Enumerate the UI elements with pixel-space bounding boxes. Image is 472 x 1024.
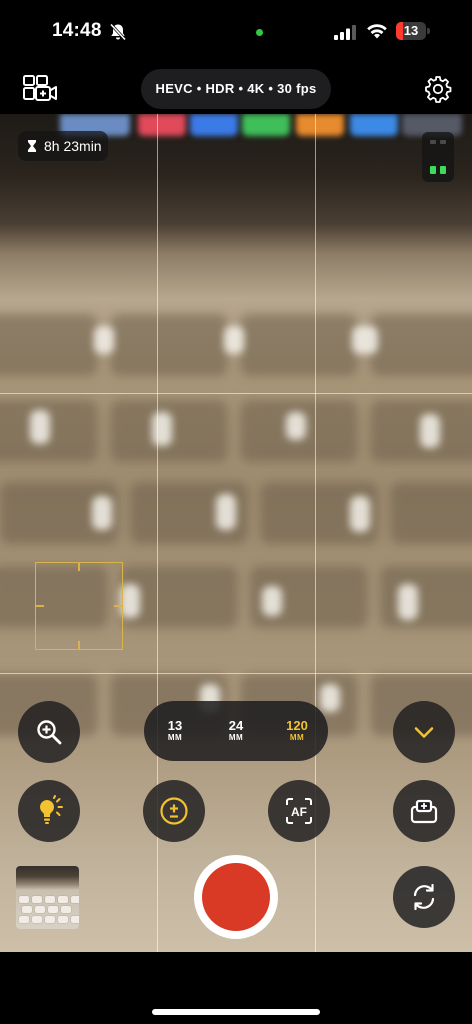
keyboard-row (0, 482, 472, 552)
lens-option-120mm[interactable]: 120 MM (272, 719, 322, 743)
bell-slash-icon (109, 23, 127, 41)
bottom-bar (0, 952, 472, 1024)
battery-body: 13 (396, 22, 426, 40)
af-icon: AF (286, 798, 312, 824)
lens-unit: MM (228, 733, 244, 742)
keyboard-row (0, 314, 472, 384)
lens-value: 24 (228, 718, 244, 733)
flip-camera-icon (413, 883, 435, 911)
battery-icon: 13 (396, 22, 430, 40)
status-bar: 14:48 13 (0, 0, 472, 62)
keyboard-row (0, 400, 472, 470)
torch-button[interactable] (18, 780, 80, 842)
chevron-down-icon (414, 727, 434, 738)
autofocus-button[interactable]: AF (268, 780, 330, 842)
lens-selector[interactable]: 13 MM 24 MM 120 MM (144, 701, 328, 761)
grid-line-horizontal (0, 673, 472, 674)
focus-area-box[interactable] (35, 562, 123, 650)
lens-option-13mm[interactable]: 13 MM (150, 719, 200, 743)
record-button-inner (202, 863, 270, 931)
last-recording-thumbnail[interactable] (16, 866, 79, 929)
battery-tip (427, 28, 430, 34)
stabilization-button[interactable] (393, 780, 455, 842)
video-format-button[interactable]: HEVC • HDR • 4K • 30 fps (141, 69, 331, 109)
record-button[interactable] (194, 855, 278, 939)
grid-line-horizontal (0, 393, 472, 394)
zoom-icon (37, 720, 62, 745)
light-bulb-icon (40, 795, 63, 824)
flip-camera-button[interactable] (393, 866, 455, 928)
top-bar: HEVC • HDR • 4K • 30 fps (0, 62, 472, 114)
exposure-button[interactable] (143, 780, 205, 842)
exposure-icon (160, 797, 188, 825)
lens-unit: MM (289, 733, 305, 742)
lens-value: 120 (286, 718, 308, 733)
zoom-button[interactable] (18, 701, 80, 763)
home-indicator[interactable] (152, 1009, 320, 1015)
stabilization-icon (410, 799, 438, 824)
multicam-icon[interactable] (22, 74, 58, 102)
lens-unit: MM (167, 733, 183, 742)
settings-icon[interactable] (424, 75, 452, 103)
lens-option-24mm[interactable]: 24 MM (211, 719, 261, 743)
expand-controls-button[interactable] (393, 701, 455, 763)
remaining-time: 8h 23min (44, 138, 102, 154)
remaining-time-badge: 8h 23min (18, 131, 108, 161)
hourglass-icon (28, 140, 36, 152)
wifi-icon (367, 24, 387, 39)
status-time: 14:48 (52, 20, 102, 41)
af-label: AF (291, 805, 307, 819)
audio-level-meter (422, 132, 454, 182)
battery-level: 13 (403, 23, 419, 38)
signal-icon (334, 25, 356, 40)
camera-in-use-dot (256, 29, 263, 36)
lens-value: 13 (167, 718, 183, 733)
